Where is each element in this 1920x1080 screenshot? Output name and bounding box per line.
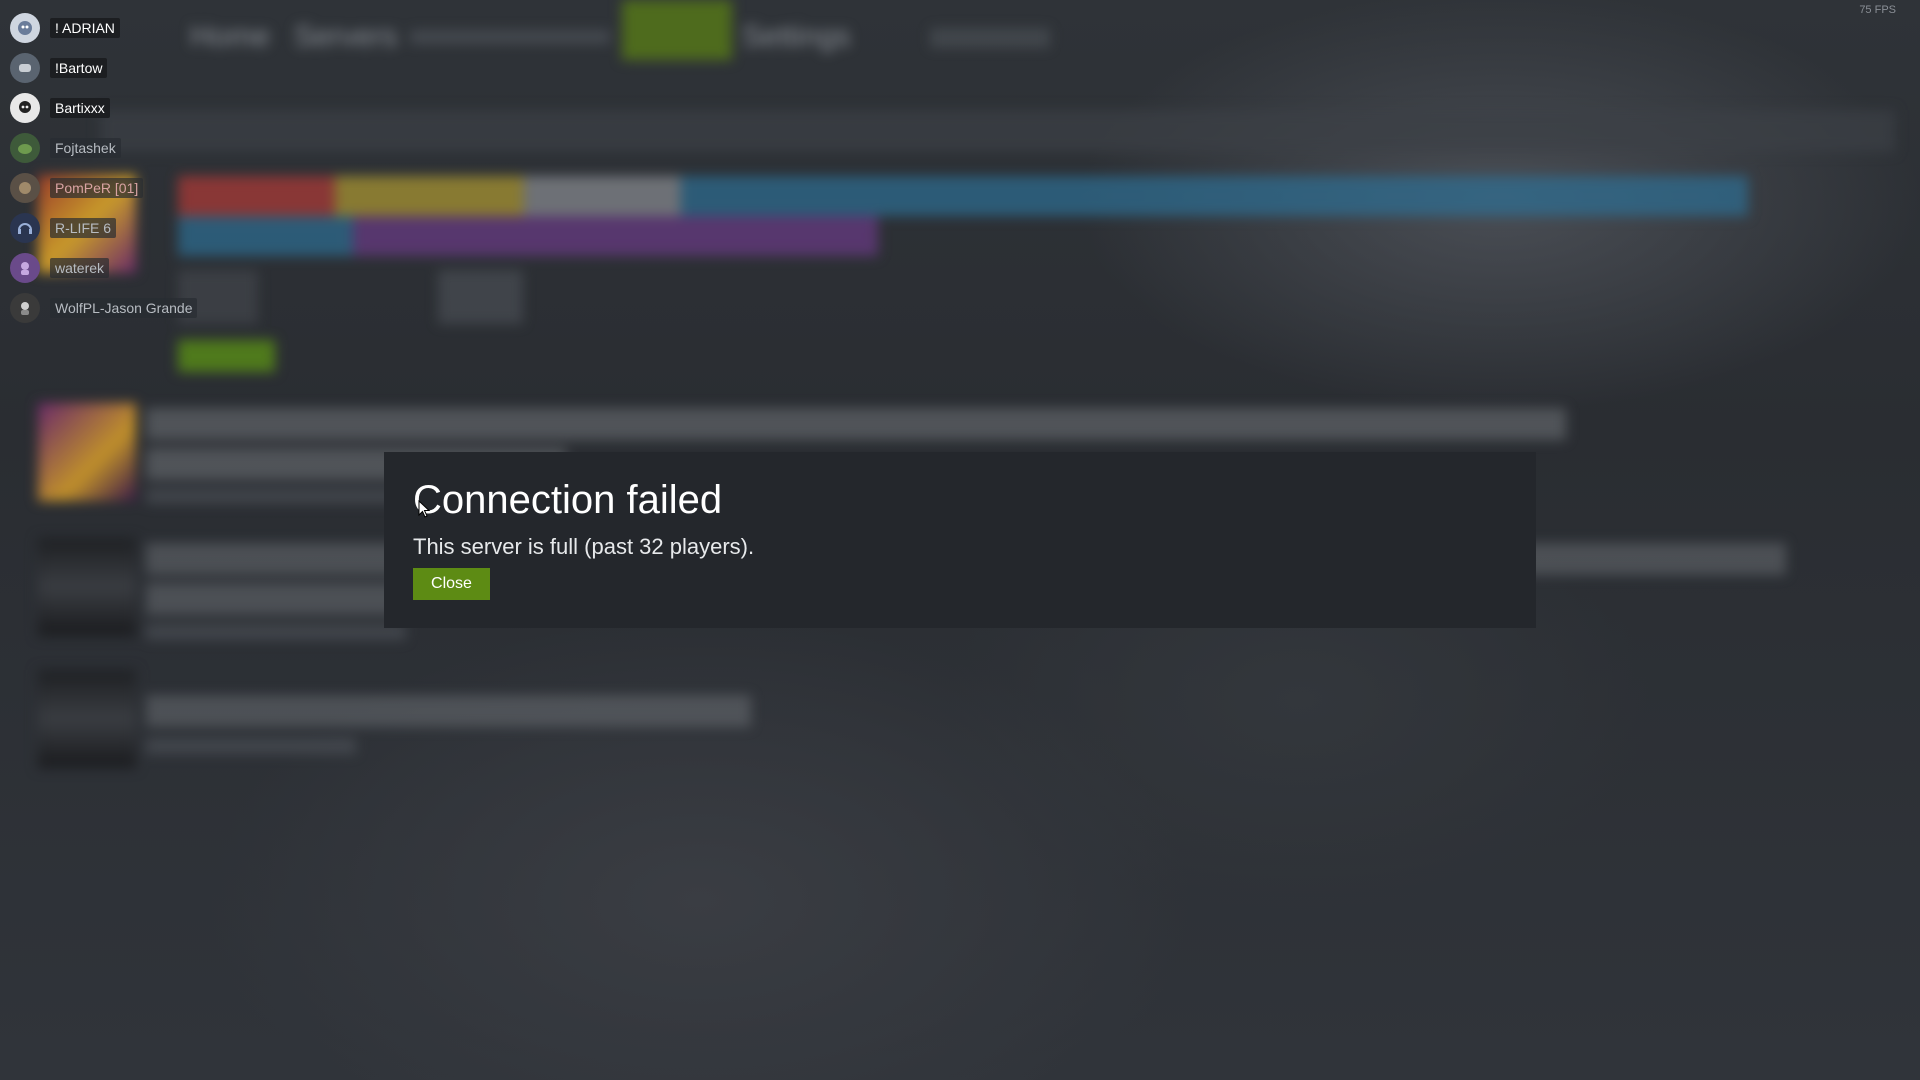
server-row-3-title (146, 695, 751, 727)
character-icon (21, 262, 29, 275)
server-thumb-2 (38, 538, 136, 636)
server-thumb-3 (38, 670, 136, 768)
friend-item[interactable]: R-LIFE 6 (10, 208, 197, 248)
nav-home: Home (190, 20, 271, 53)
friend-item[interactable]: Fojtashek (10, 128, 197, 168)
friend-name: Bartixxx (50, 98, 110, 118)
connection-failed-dialog: Connection failed This server is full (p… (384, 452, 1536, 628)
nav-active-tab (622, 0, 732, 60)
avatar (10, 53, 40, 83)
avatar (10, 213, 40, 243)
server-title-blur-2 (178, 216, 878, 256)
friend-item[interactable]: waterek (10, 248, 197, 288)
server-row-1-sub (146, 488, 406, 504)
skull-icon (19, 101, 31, 113)
nav-subitems (410, 30, 610, 44)
avatar (10, 93, 40, 123)
server-info-values (438, 270, 523, 324)
mouse-cursor-icon (418, 500, 430, 518)
friend-name: PomPeR [01] (50, 178, 144, 198)
server-title-blur-1 (178, 176, 1748, 216)
friend-item[interactable]: ! ADRIAN (10, 8, 197, 48)
friend-name: waterek (50, 258, 110, 278)
fps-counter: 75 FPS (1859, 4, 1896, 16)
friend-name: Fojtashek (50, 138, 121, 158)
server-thumb-1 (38, 403, 136, 501)
avatar (10, 293, 40, 323)
friend-item[interactable]: WolfPL-Jason Grande (10, 288, 198, 328)
friends-list: ! ADRIAN !Bartow Bartixxx Fojtashek PomP… (10, 8, 198, 328)
friend-item[interactable]: PomPeR [01] (10, 168, 197, 208)
avatar (10, 13, 40, 43)
server-row-2-sub (146, 624, 406, 640)
friend-item[interactable]: Bartixxx (10, 88, 197, 128)
nav-servers: Servers (294, 20, 398, 53)
ghost-icon (18, 21, 32, 35)
friend-name: ! ADRIAN (50, 18, 120, 38)
server-row-1-title (146, 408, 1566, 440)
close-button[interactable]: Close (413, 568, 490, 600)
server-row-3-sub (146, 738, 356, 754)
character-icon (19, 64, 31, 72)
connect-button-blurred (178, 340, 275, 372)
friend-name: WolfPL-Jason Grande (50, 298, 198, 318)
frog-icon (18, 144, 32, 154)
character-icon (19, 182, 31, 194)
nav-settings: Settings (742, 20, 851, 53)
friend-name: R-LIFE 6 (50, 218, 117, 238)
nav-user (930, 28, 1050, 48)
address-bar (100, 110, 1895, 152)
avatar (10, 253, 40, 283)
dialog-message: This server is full (past 32 players). (413, 534, 755, 559)
character-icon (21, 302, 29, 315)
avatar (10, 133, 40, 163)
friend-item[interactable]: !Bartow (10, 48, 197, 88)
friend-name: !Bartow (50, 58, 108, 78)
headphones-icon (18, 223, 32, 234)
dialog-title: Connection failed (413, 478, 723, 522)
avatar (10, 173, 40, 203)
